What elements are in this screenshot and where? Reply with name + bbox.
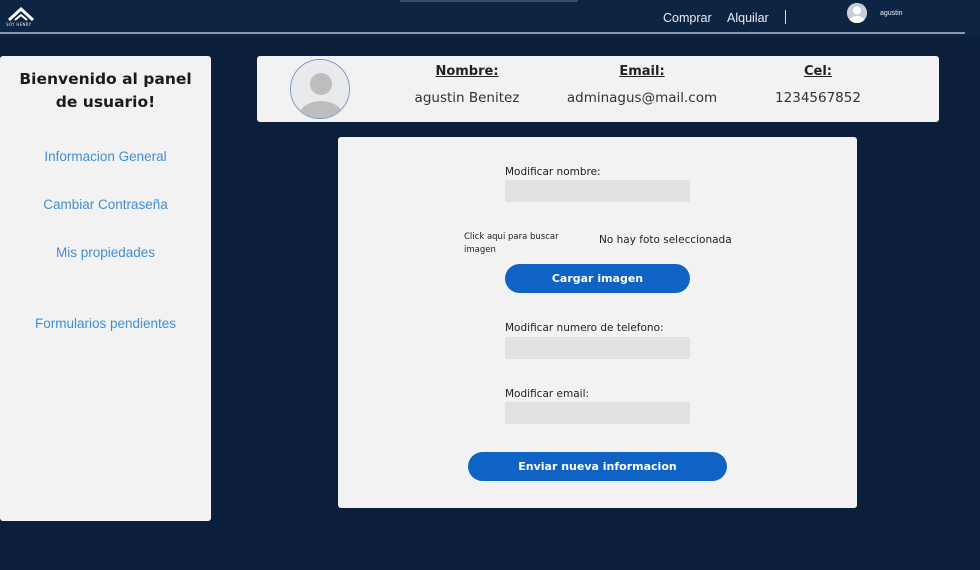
name-value: agustin Benitez xyxy=(414,90,520,106)
logo-text: SOY HENRY xyxy=(6,22,32,27)
profile-card: Nombre: agustin Benitez Email: adminagus… xyxy=(257,56,939,122)
name-label: Nombre: xyxy=(435,64,499,79)
top-navbar: SOY HENRY Comprar Alquilar agustin xyxy=(0,0,980,37)
sidebar: Bienvenido al panel de usuario! Informac… xyxy=(0,56,211,521)
file-picker-link[interactable]: Click aqui para buscar imagen xyxy=(464,231,579,257)
no-photo-text: No hay foto seleccionada xyxy=(599,234,732,246)
phone-label: Cel: xyxy=(803,64,832,79)
user-avatar-icon[interactable] xyxy=(847,3,867,23)
nav-link-alquilar[interactable]: Alquilar xyxy=(727,11,769,25)
email-input[interactable] xyxy=(505,402,690,424)
phone-field-label: Modificar numero de telefono: xyxy=(505,322,664,334)
nav-username[interactable]: agustin xyxy=(880,10,903,17)
email-label: Email: xyxy=(619,64,665,79)
email-field-label: Modificar email: xyxy=(505,388,590,400)
nav-divider xyxy=(785,10,786,24)
name-input[interactable] xyxy=(505,180,690,202)
sidebar-title: Bienvenido al panel de usuario! xyxy=(19,70,192,111)
sidebar-item-cambiar-contrasena[interactable]: Cambiar Contraseña xyxy=(0,197,211,212)
sidebar-item-formularios-pendientes[interactable]: Formularios pendientes xyxy=(0,316,211,331)
sidebar-item-mis-propiedades[interactable]: Mis propiedades xyxy=(0,245,211,260)
profile-avatar-icon xyxy=(290,59,350,119)
edit-profile-form: Modificar nombre: Click aqui para buscar… xyxy=(338,137,857,508)
name-field-label: Modificar nombre: xyxy=(505,166,601,178)
submit-info-button[interactable]: Enviar nueva informacion xyxy=(468,452,727,481)
phone-value: 1234567852 xyxy=(775,90,861,106)
navbar-divider xyxy=(0,32,965,34)
email-value: adminagus@mail.com xyxy=(566,90,718,106)
sidebar-item-informacion-general[interactable]: Informacion General xyxy=(0,149,211,164)
phone-input[interactable] xyxy=(505,337,690,359)
top-notch xyxy=(400,0,578,2)
upload-image-button[interactable]: Cargar imagen xyxy=(505,264,690,293)
nav-link-comprar[interactable]: Comprar xyxy=(663,11,712,25)
